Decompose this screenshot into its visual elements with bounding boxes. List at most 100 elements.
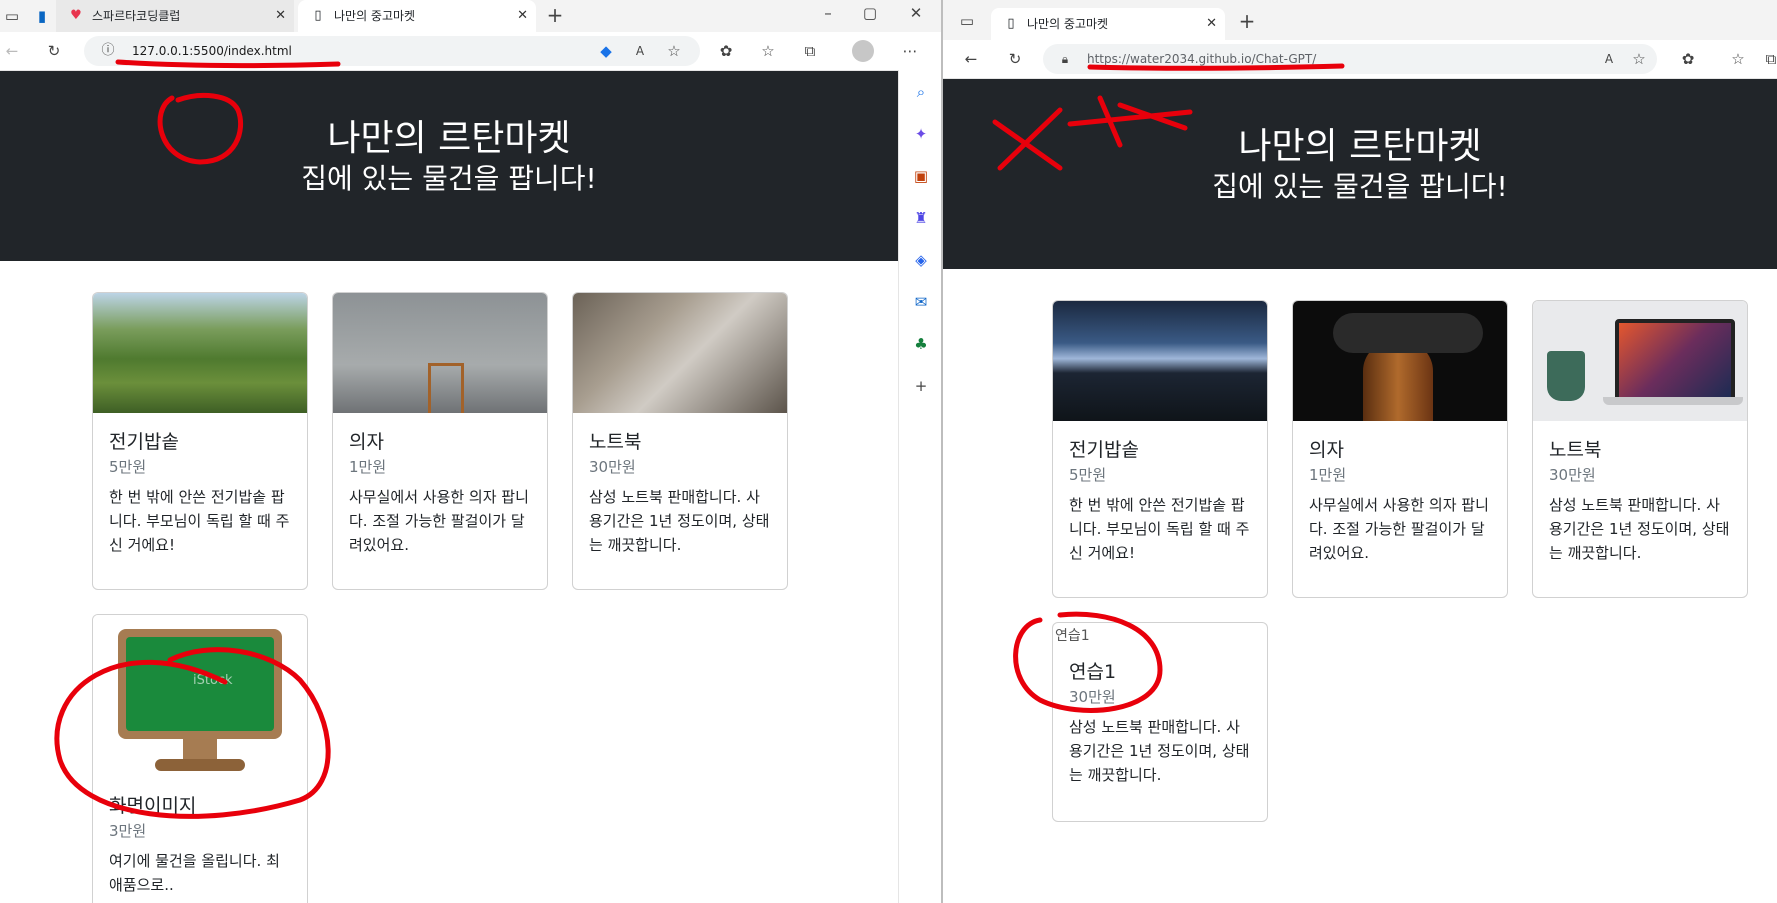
tab-market[interactable]: ▯ 나만의 중고마켓 ✕	[991, 8, 1225, 40]
workspaces-icon[interactable]: ▮	[32, 7, 52, 25]
close-icon[interactable]: ✕	[517, 0, 528, 32]
card-text: 삼성 노트북 판매합니다. 사용기간은 1년 정도이며, 상태는 깨끗합니다.	[1549, 496, 1730, 562]
extensions-icon[interactable]: ✿	[1678, 50, 1698, 68]
card-price: 5만원	[1069, 466, 1107, 484]
product-image: iStock	[93, 615, 307, 789]
tab-title: 스파르타코딩클럽	[92, 9, 181, 23]
product-card: 전기밥솥 5만원 한 번 밖에 안쓴 전기밥솥 팝니다. 부모님이 독립 할 때…	[1052, 300, 1268, 598]
card-price: 30만원	[1549, 466, 1596, 484]
card-text: 삼성 노트북 판매합니다. 사용기간은 1년 정도이며, 상태는 깨끗합니다.	[1069, 718, 1250, 784]
card-title: 의자	[1309, 439, 1344, 461]
nav-bar: ← ↻ 🔒︎ https://water2034.github.io/Chat-…	[943, 40, 1777, 79]
collections-icon[interactable]: ⧉	[800, 42, 820, 60]
edge-sidebar: ⌕ ✦ ▣ ♜ ◈ ✉ ♣ +	[898, 70, 943, 903]
more-icon[interactable]: ⋯	[900, 42, 920, 60]
left-browser-window: ▭ ▮ ♥ 스파르타코딩클럽 ✕ ▯ 나만의 중고마켓 ✕ + – ▢ ✕ ← …	[0, 0, 943, 903]
tab-market[interactable]: ▯ 나만의 중고마켓 ✕	[298, 0, 536, 32]
card-text: 한 번 밖에 안쓴 전기밥솥 팝니다. 부모님이 독립 할 때 주신 거에요!	[109, 488, 290, 554]
watermark-text: iStock	[193, 673, 233, 688]
card-title: 연습1	[1069, 661, 1117, 683]
lock-icon: 🔒︎	[1061, 52, 1069, 66]
new-tab-icon[interactable]: +	[1237, 11, 1257, 31]
image-alt-text: 연습1	[1055, 628, 1090, 644]
card-title: 의자	[349, 431, 384, 453]
hero-title: 나만의 르탄마켓	[1238, 126, 1482, 167]
address-bar[interactable]: ⓘ 127.0.0.1:5500/index.html ◆ A ☆	[84, 36, 700, 66]
card-price: 3만원	[109, 822, 147, 840]
new-tab-icon[interactable]: +	[545, 5, 565, 25]
product-card: 노트북 30만원 삼성 노트북 판매합니다. 사용기간은 1년 정도이며, 상태…	[572, 292, 788, 590]
broken-image: 연습1	[1053, 623, 1267, 649]
tab-strip: ▭ ▯ 나만의 중고마켓 ✕ +	[943, 0, 1777, 40]
hero-banner: 나만의 르탄마켓 집에 있는 물건을 팝니다!	[943, 79, 1777, 269]
hero-title: 나만의 르탄마켓	[327, 118, 571, 159]
tree-icon[interactable]: ♣	[911, 334, 931, 354]
card-price: 5만원	[109, 458, 147, 476]
add-favorite-icon[interactable]: ☆	[664, 42, 684, 60]
tag-icon[interactable]: ◆	[596, 42, 616, 60]
refresh-icon[interactable]: ↻	[44, 42, 64, 60]
back-icon[interactable]: ←	[2, 42, 22, 60]
back-icon[interactable]: ←	[961, 50, 981, 68]
close-window-icon[interactable]: ✕	[906, 4, 926, 22]
card-price: 1만원	[349, 458, 387, 476]
card-title: 전기밥솥	[109, 431, 179, 453]
url-text: https://water2034.github.io/Chat-GPT/	[1087, 52, 1317, 66]
product-card: iStock 화면이미지 3만원 여기에 물건을 올립니다. 최애품으로..	[92, 614, 308, 903]
address-bar[interactable]: 🔒︎ https://water2034.github.io/Chat-GPT/…	[1043, 44, 1657, 74]
card-price: 30만원	[1069, 688, 1116, 706]
product-card: 의자 1만원 사무실에서 사용한 의자 팝니다. 조절 가능한 팔걸이가 달려있…	[332, 292, 548, 590]
copilot-icon[interactable]: ✦	[911, 124, 931, 144]
tab-strip: ▭ ▮ ♥ 스파르타코딩클럽 ✕ ▯ 나만의 중고마켓 ✕ + – ▢ ✕	[0, 0, 943, 32]
search-icon[interactable]: ⌕	[911, 82, 931, 102]
card-text: 삼성 노트북 판매합니다. 사용기간은 1년 정도이며, 상태는 깨끗합니다.	[589, 488, 770, 554]
sparta-favicon-icon: ♥	[70, 8, 82, 23]
card-title: 노트북	[1549, 439, 1602, 461]
outlook-icon[interactable]: ✉	[911, 292, 931, 312]
card-price: 30만원	[589, 458, 636, 476]
nav-bar: ← ↻ ⓘ 127.0.0.1:5500/index.html ◆ A ☆ ✿ …	[0, 32, 943, 71]
hero-banner: 나만의 르탄마켓 집에 있는 물건을 팝니다!	[0, 71, 898, 261]
add-favorite-icon[interactable]: ☆	[1629, 50, 1649, 68]
collections-icon[interactable]: ⧉	[1761, 50, 1777, 68]
tab-title: 나만의 중고마켓	[1027, 17, 1109, 31]
page-icon: ▯	[314, 8, 322, 23]
right-browser-window: ▭ ▯ 나만의 중고마켓 ✕ + ← ↻ 🔒︎ https://water203…	[943, 0, 1777, 903]
hero-subtitle: 집에 있는 물건을 팝니다!	[301, 162, 597, 195]
card-text: 여기에 물건을 올립니다. 최애품으로..	[109, 852, 280, 894]
product-image	[573, 293, 787, 413]
games-icon[interactable]: ♜	[911, 208, 931, 228]
profile-icon[interactable]	[852, 40, 874, 62]
minimize-icon[interactable]: –	[818, 4, 838, 22]
card-text: 한 번 밖에 안쓴 전기밥솥 팝니다. 부모님이 독립 할 때 주신 거에요!	[1069, 496, 1250, 562]
card-text: 사무실에서 사용한 의자 팝니다. 조절 가능한 팔걸이가 달려있어요.	[1309, 496, 1489, 562]
close-icon[interactable]: ✕	[275, 0, 286, 32]
favorites-icon[interactable]: ☆	[1728, 50, 1748, 68]
page-icon: ▯	[1007, 16, 1015, 31]
extensions-icon[interactable]: ✿	[716, 42, 736, 60]
product-card: 전기밥솥 5만원 한 번 밖에 안쓴 전기밥솥 팝니다. 부모님이 독립 할 때…	[92, 292, 308, 590]
maximize-icon[interactable]: ▢	[860, 4, 880, 22]
info-icon: ⓘ	[101, 43, 115, 58]
url-text: 127.0.0.1:5500/index.html	[132, 44, 292, 58]
tab-actions-icon[interactable]: ▭	[957, 12, 977, 30]
card-text: 사무실에서 사용한 의자 팝니다. 조절 가능한 팔걸이가 달려있어요.	[349, 488, 529, 554]
office-icon[interactable]: ◈	[911, 250, 931, 270]
tab-title: 나만의 중고마켓	[334, 9, 416, 23]
product-image	[1533, 301, 1747, 421]
product-card: 의자 1만원 사무실에서 사용한 의자 팝니다. 조절 가능한 팔걸이가 달려있…	[1292, 300, 1508, 598]
product-card: 연습1 연습1 30만원 삼성 노트북 판매합니다. 사용기간은 1년 정도이며…	[1052, 622, 1268, 822]
tab-actions-icon[interactable]: ▭	[2, 7, 22, 25]
favorites-icon[interactable]: ☆	[758, 42, 778, 60]
product-image	[93, 293, 307, 413]
close-icon[interactable]: ✕	[1206, 8, 1217, 40]
tab-sparta[interactable]: ♥ 스파르타코딩클럽 ✕	[56, 0, 294, 32]
add-icon[interactable]: +	[911, 376, 931, 396]
read-aloud-icon[interactable]: A	[630, 42, 650, 60]
refresh-icon[interactable]: ↻	[1005, 50, 1025, 68]
read-aloud-icon[interactable]: A	[1599, 50, 1619, 68]
card-title: 전기밥솥	[1069, 439, 1139, 461]
shopping-icon[interactable]: ▣	[911, 166, 931, 186]
product-image	[1053, 301, 1267, 421]
card-title: 화면이미지	[109, 795, 197, 817]
